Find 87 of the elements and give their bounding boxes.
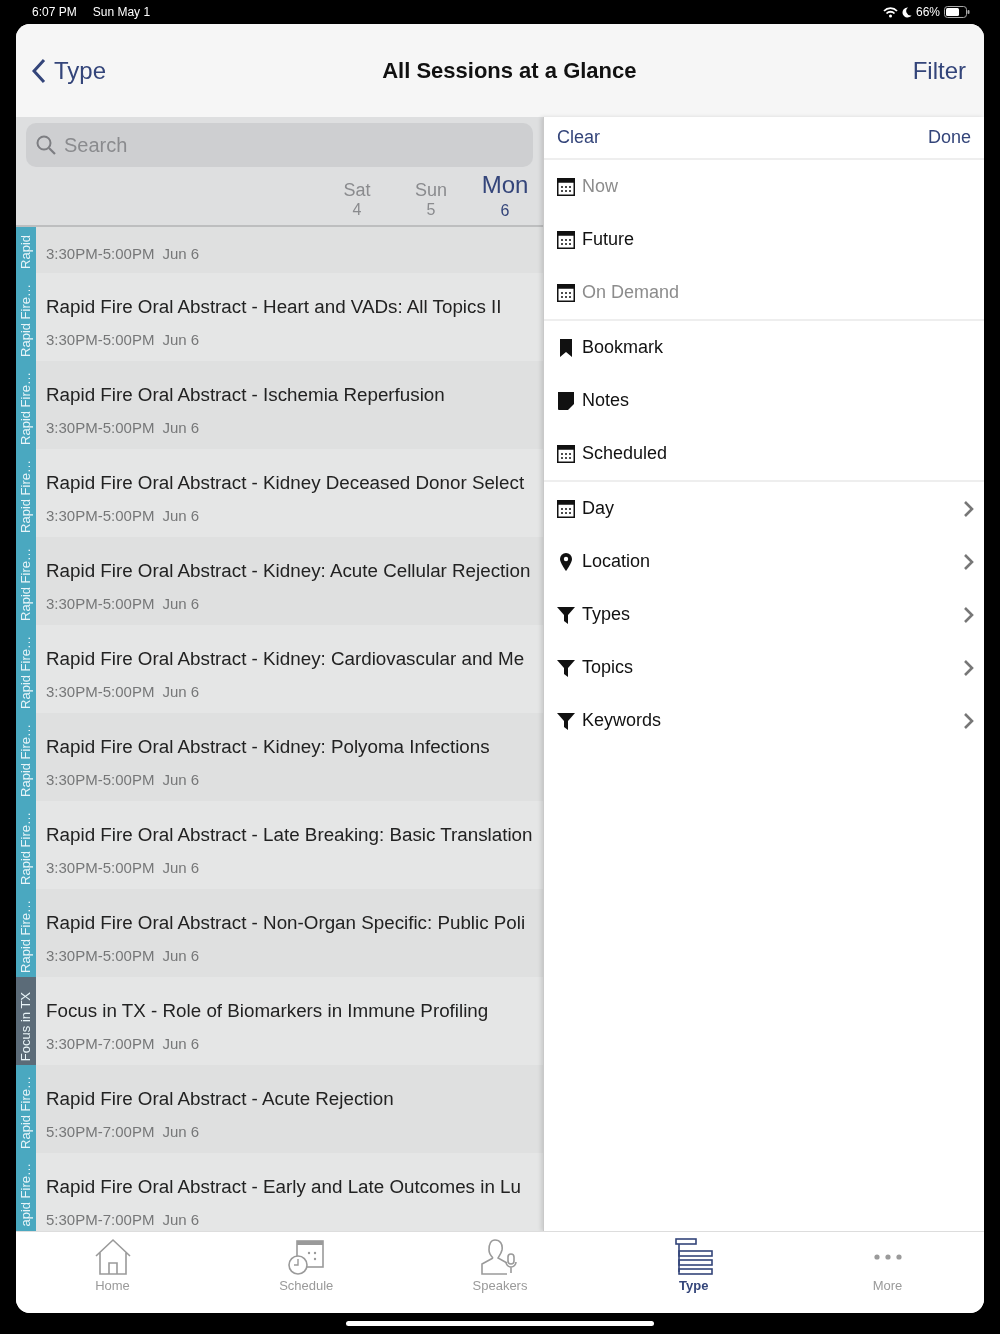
session-title[interactable]: Focus in TX - Role of Biomarkers in Immune Profiling xyxy=(46,999,489,1023)
session-date: Jun 6 xyxy=(162,419,200,437)
session-date: Jun 6 xyxy=(162,771,200,789)
filter-option[interactable]: Keywords xyxy=(544,694,984,747)
day-tab[interactable]: Mon 6 xyxy=(468,167,542,225)
session-date: Jun 6 xyxy=(162,683,200,701)
clear-button[interactable]: Clear xyxy=(557,124,600,151)
battery-percent: 66% xyxy=(915,4,940,21)
back-button[interactable]: Type xyxy=(32,52,107,89)
track-label: apid Fire… xyxy=(16,1153,36,1231)
calendar-icon xyxy=(557,283,575,302)
filter-option[interactable]: Scheduled xyxy=(544,427,984,480)
funnel-icon xyxy=(557,605,575,624)
session-time: 3:30PM-5:00PM xyxy=(46,419,155,437)
note-icon xyxy=(558,391,574,410)
session-time: 3:30PM-5:00PM xyxy=(46,331,155,349)
calendar-icon xyxy=(557,230,575,249)
session-time: 5:30PM-7:00PM xyxy=(46,1123,155,1141)
session-time: 3:30PM-5:00PM xyxy=(46,771,155,789)
filter-option[interactable]: Types xyxy=(544,588,984,641)
status-time: 6:07 PM xyxy=(32,4,77,21)
session-time: 5:30PM-7:00PM xyxy=(46,1211,155,1229)
filter-option[interactable]: Notes xyxy=(544,374,984,427)
session-title[interactable]: Rapid Fire Oral Abstract - Ischemia Reperfusion xyxy=(46,383,445,407)
calendar-icon xyxy=(557,499,575,518)
session-date: Jun 6 xyxy=(162,331,200,349)
search-field[interactable]: Search xyxy=(26,123,533,167)
session-time: 3:30PM-5:00PM xyxy=(46,683,155,701)
session-date: Jun 6 xyxy=(162,1035,200,1053)
track-label: Rapid Fire… xyxy=(16,1065,36,1153)
more-icon xyxy=(872,1254,903,1260)
session-date: Jun 6 xyxy=(162,1123,200,1141)
session-time: 3:30PM-5:00PM xyxy=(46,859,155,877)
track-label: Rapid xyxy=(16,227,36,273)
calendar-icon xyxy=(557,177,575,196)
page-title: All Sessions at a Glance xyxy=(382,57,637,85)
track-label: Rapid Fire… xyxy=(16,713,36,801)
battery-icon xyxy=(944,6,970,18)
pin-icon xyxy=(560,552,572,571)
track-label: Rapid Fire… xyxy=(16,273,36,361)
session-title[interactable]: Rapid Fire Oral Abstract - Heart and VADs: All Topics II xyxy=(46,295,502,319)
session-title[interactable]: Rapid Fire Oral Abstract - Early and Late Outcomes in Lu xyxy=(46,1175,521,1199)
session-title[interactable]: Rapid Fire Oral Abstract - Kidney Deceased Donor Select xyxy=(46,471,525,495)
filter-option[interactable]: Bookmark xyxy=(544,321,984,374)
session-time: 3:30PM-5:00PM xyxy=(46,245,155,263)
session-date: Jun 6 xyxy=(162,859,200,877)
session-time: 3:30PM-5:00PM xyxy=(46,595,155,613)
filter-option[interactable]: Location xyxy=(544,535,984,588)
back-chevron-icon xyxy=(32,57,46,84)
filter-option[interactable]: Topics xyxy=(544,641,984,694)
session-title[interactable]: Rapid Fire Oral Abstract - Non-Organ Specific: Public Poli xyxy=(46,911,526,935)
done-button[interactable]: Done xyxy=(927,124,971,151)
status-date: Sun May 1 xyxy=(92,4,151,21)
session-date: Jun 6 xyxy=(162,595,200,613)
moon-icon xyxy=(901,6,912,18)
session-title[interactable]: Rapid Fire Oral Abstract - Acute Rejection xyxy=(46,1087,394,1111)
session-title[interactable]: Rapid Fire Oral Abstract - Kidney: Cardiovascular and Me xyxy=(46,647,525,671)
track-label: Rapid Fire… xyxy=(16,625,36,713)
funnel-icon xyxy=(557,658,575,677)
home-icon xyxy=(93,1238,132,1276)
calendar-icon xyxy=(557,444,575,463)
track-label: Rapid Fire… xyxy=(16,361,36,449)
track-label: Rapid Fire… xyxy=(16,801,36,889)
track-label: Rapid Fire… xyxy=(16,449,36,537)
tab-bar-item[interactable]: Type xyxy=(597,1232,791,1313)
track-label: Rapid Fire… xyxy=(16,537,36,625)
session-date: Jun 6 xyxy=(162,245,200,263)
person-microphone-icon xyxy=(481,1238,519,1276)
track-label: Rapid Fire… xyxy=(16,889,36,977)
funnel-icon xyxy=(557,711,575,730)
session-title[interactable]: Rapid Fire Oral Abstract - Kidney: Polyoma Infections xyxy=(46,735,490,759)
tree-list-icon xyxy=(674,1238,713,1276)
session-date: Jun 6 xyxy=(162,1211,200,1229)
wifi-icon xyxy=(882,6,898,18)
session-title[interactable]: Rapid Fire Oral Abstract - Late Breaking: Basic Translation xyxy=(46,823,533,847)
session-time: 3:30PM-5:00PM xyxy=(46,947,155,965)
session-date: Jun 6 xyxy=(162,507,200,525)
session-title[interactable]: Rapid Fire Oral Abstract - Kidney: Acute Cellular Rejection xyxy=(46,559,531,583)
session-date: Jun 6 xyxy=(162,947,200,965)
filter-option[interactable]: Day xyxy=(544,482,984,535)
calendar-clock-icon xyxy=(287,1238,326,1276)
track-label: Focus in TX xyxy=(16,977,36,1065)
filter-button[interactable]: Filter xyxy=(912,52,966,89)
bookmark-icon xyxy=(559,338,573,357)
session-time: 3:30PM-5:00PM xyxy=(46,507,155,525)
session-time: 3:30PM-7:00PM xyxy=(46,1035,155,1053)
filter-option[interactable]: Future xyxy=(544,213,984,266)
